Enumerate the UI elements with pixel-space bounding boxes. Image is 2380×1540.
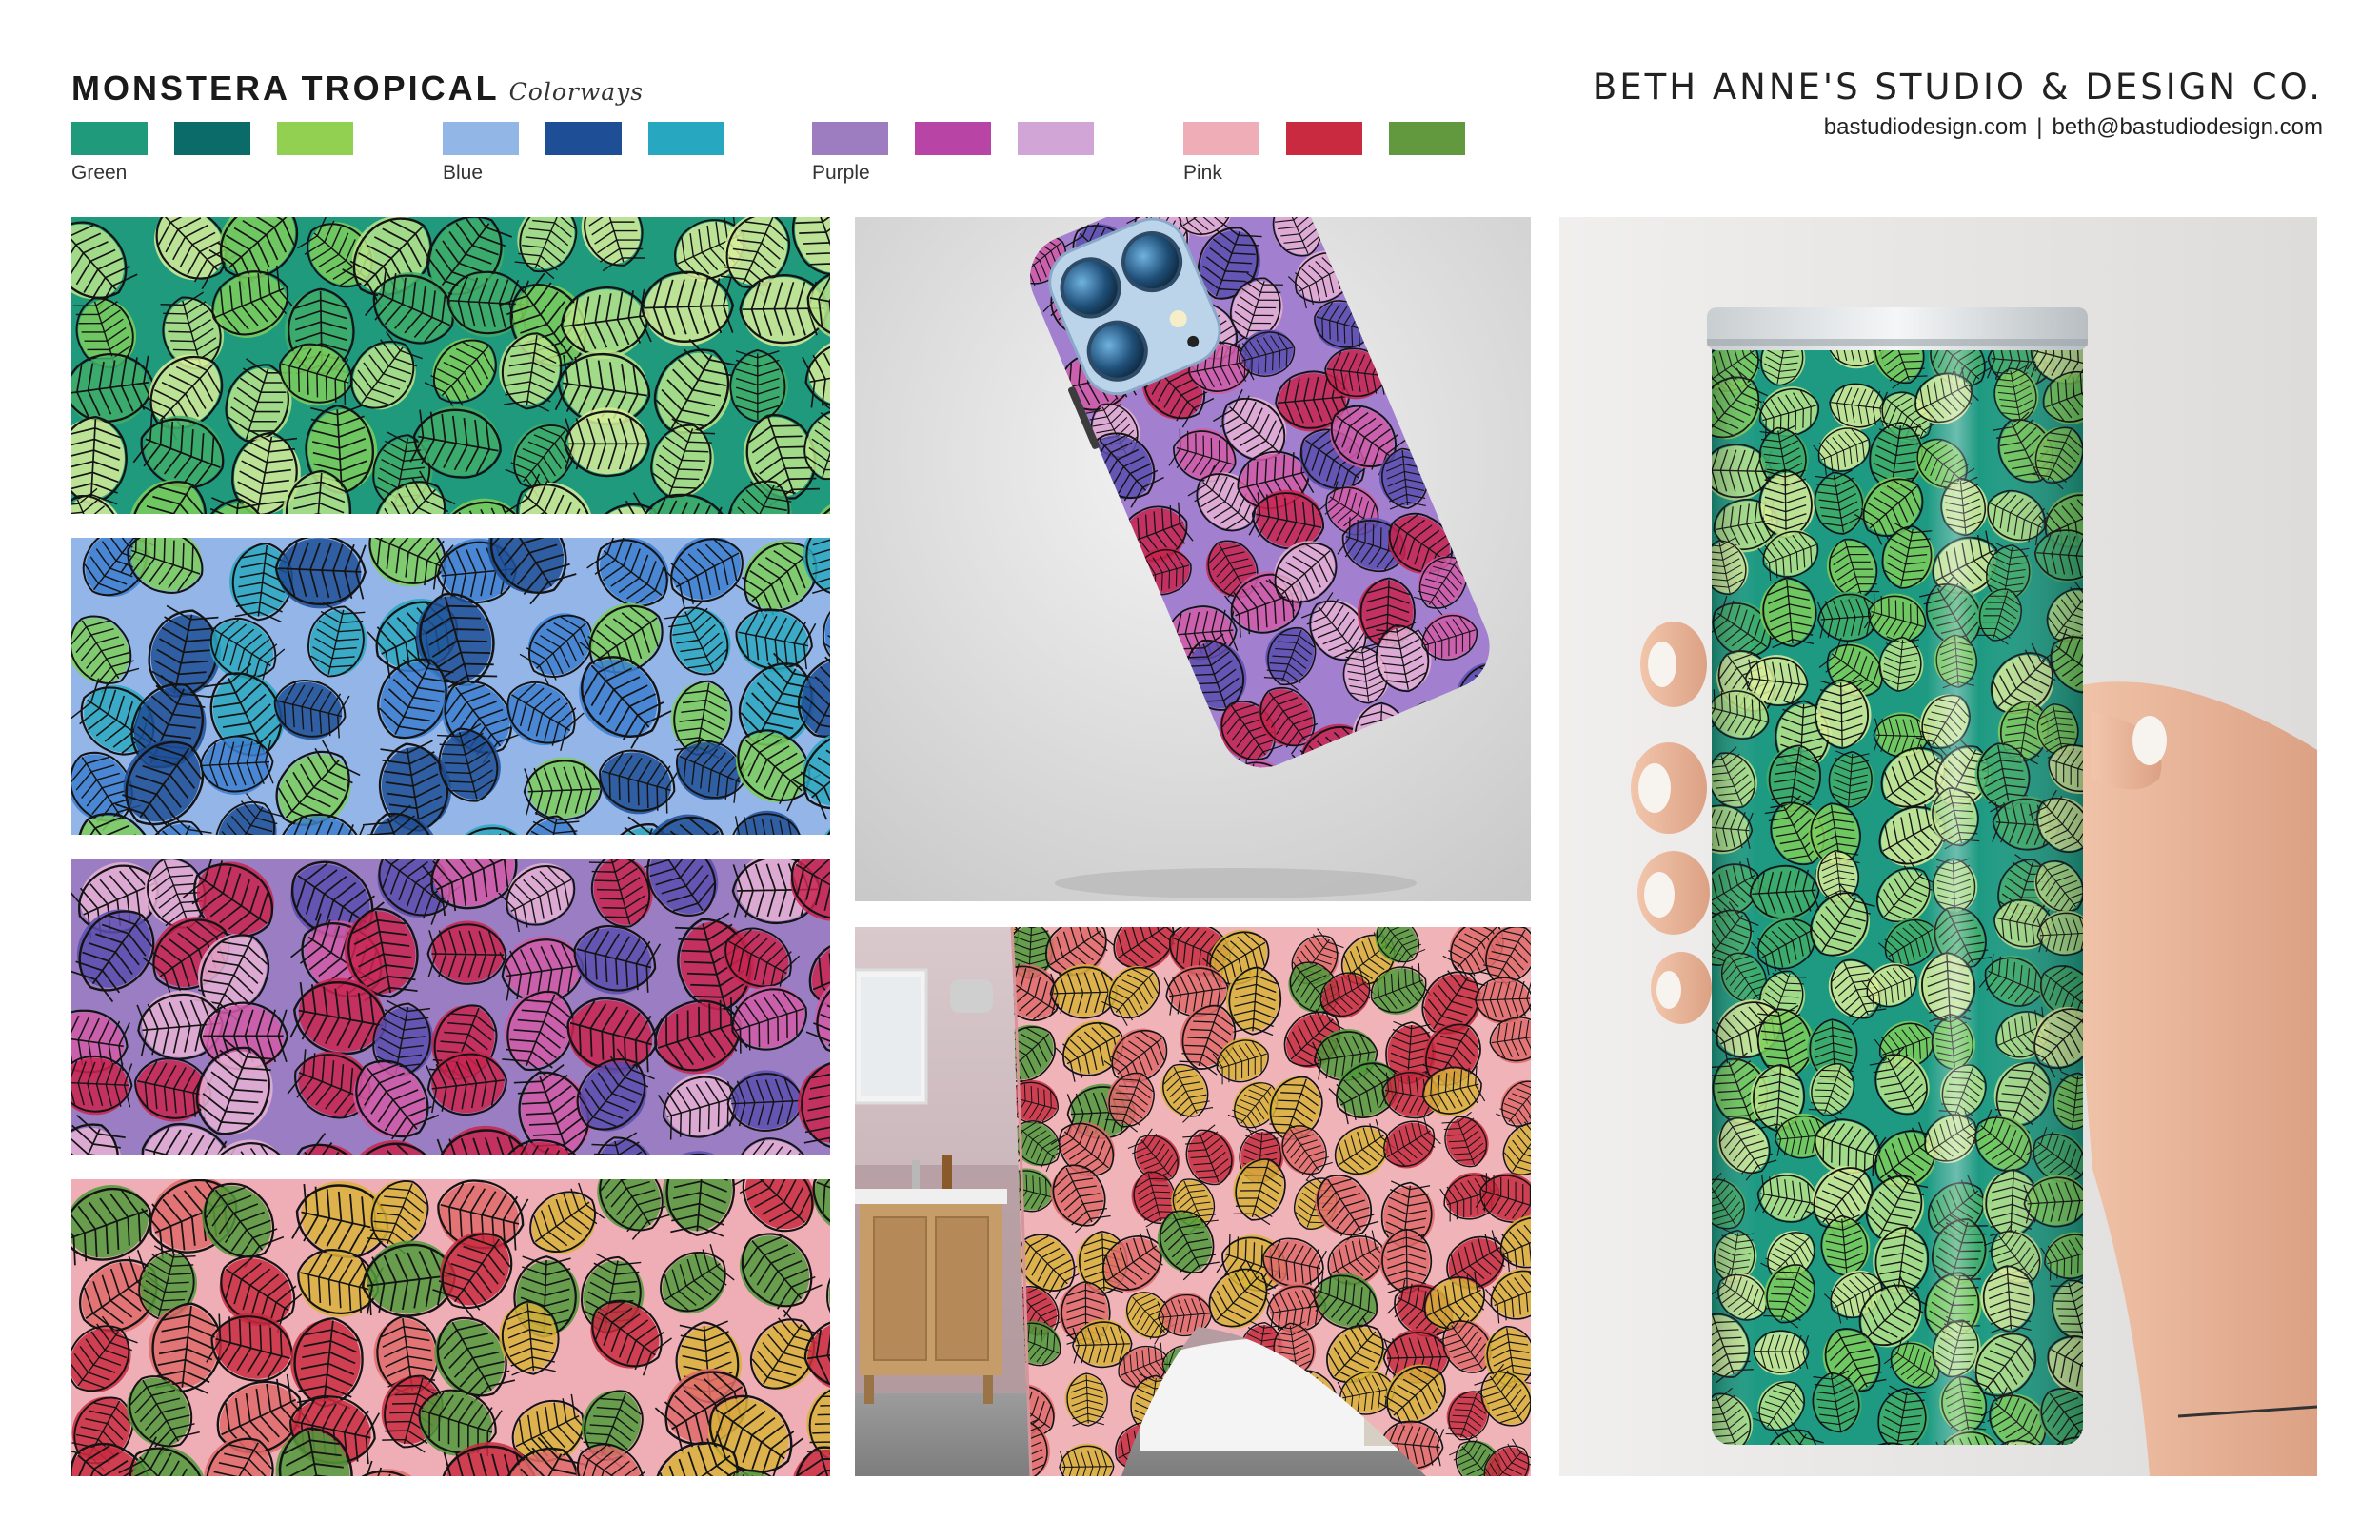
swatch-green-3 (277, 122, 353, 155)
title-text: MONSTERA TROPICAL (71, 69, 500, 108)
contact-separator: | (2036, 114, 2043, 140)
monstera-pattern-green (71, 217, 830, 514)
swatch-green-2 (174, 122, 250, 155)
monstera-pattern-blue (71, 538, 830, 835)
phone-case-illustration (855, 217, 1531, 901)
swatch-pink-3 (1389, 122, 1465, 155)
phone-case-mockup (855, 217, 1531, 901)
email-link[interactable]: beth@bastudiodesign.com (2052, 114, 2323, 140)
pattern-swatch-purple (71, 859, 830, 1155)
pattern-swatch-blue (71, 538, 830, 835)
colorway-label: Green (71, 162, 128, 184)
tumbler-mockup (1559, 217, 2317, 1476)
website-link[interactable]: bastudiodesign.com (1824, 114, 2027, 140)
contact-line: bastudiodesign.com | beth@bastudiodesign.c… (1824, 114, 2323, 141)
pattern-swatch-green (71, 217, 830, 514)
swatch-blue-2 (545, 122, 622, 155)
monstera-pattern-pink (71, 1179, 830, 1476)
swatch-pink-2 (1286, 122, 1362, 155)
page-title: MONSTERA TROPICAL Colorways (71, 69, 644, 109)
colorway-pink: Pink (1183, 122, 1465, 185)
swatch-pink-1 (1183, 122, 1259, 155)
shower-curtain-mockup (855, 927, 1531, 1476)
swatch-purple-2 (915, 122, 991, 155)
tumbler-illustration (1559, 217, 2317, 1476)
swatch-blue-1 (443, 122, 519, 155)
colorway-label: Pink (1183, 162, 1222, 184)
swatch-blue-3 (648, 122, 724, 155)
brand-name: BETH ANNE'S STUDIO & DESIGN CO. (1592, 67, 2323, 108)
swatch-green-1 (71, 122, 148, 155)
swatch-purple-3 (1018, 122, 1094, 155)
swatch-purple-1 (812, 122, 888, 155)
colorway-label: Purple (812, 162, 870, 184)
colorway-label: Blue (443, 162, 484, 184)
pattern-swatch-pink (71, 1179, 830, 1476)
colorway-green: Green (71, 122, 353, 185)
monstera-pattern-purple (71, 859, 830, 1155)
colorway-purple: Purple (812, 122, 1094, 185)
bathroom-scene-illustration (855, 927, 1531, 1476)
page-subtitle: Colorways (508, 78, 645, 106)
colorway-blue: Blue (443, 122, 724, 185)
